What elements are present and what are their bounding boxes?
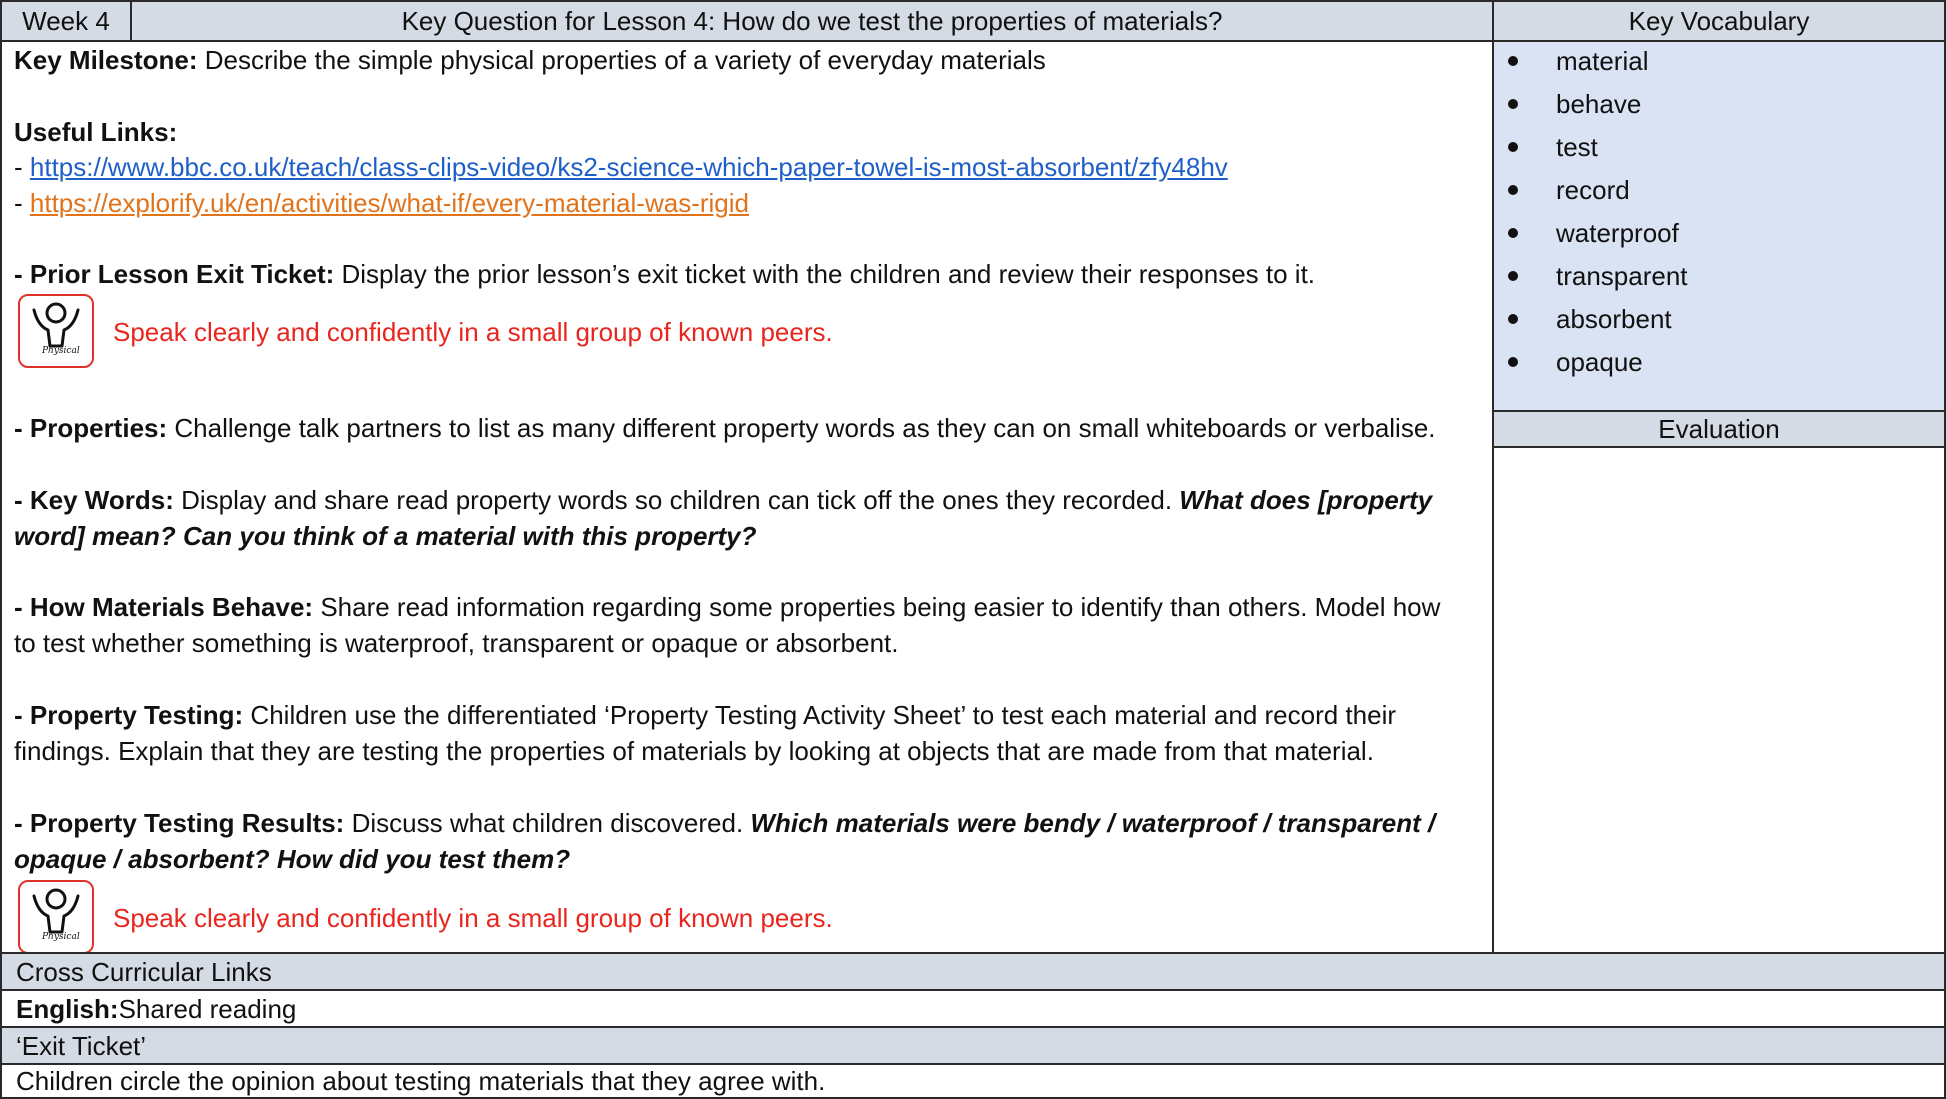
results-question-a: Which materials were bendy / waterproof … [750, 808, 1436, 838]
results-text: Discuss what children discovered. [344, 808, 751, 838]
key-words-question-b: word] mean? Can you think of a material … [14, 521, 757, 551]
vocab-item: transparent [1556, 261, 1688, 291]
lesson-plan-sheet: Week 4 Key Question for Lesson 4: How do… [0, 0, 1946, 1099]
testing-text-a: Children use the differentiated ‘Propert… [243, 700, 1397, 730]
property-testing-cont: findings. Explain that they are testing … [14, 733, 1484, 769]
key-vocabulary-header: Key Vocabulary [1492, 0, 1946, 42]
vocab-item: record [1556, 175, 1630, 205]
key-milestone: Key Milestone: Describe the simple physi… [14, 42, 1484, 78]
bullet-icon [1508, 56, 1518, 66]
week-cell: Week 4 [0, 0, 132, 42]
english-row: English: Shared reading [0, 989, 1946, 1028]
speak-clearly-2: Speak clearly and confidently in a small… [113, 903, 833, 933]
property-testing: - Property Testing: Children use the dif… [14, 697, 1484, 733]
explorify-link[interactable]: https://explorify.uk/en/activities/what-… [30, 188, 749, 218]
key-words: - Key Words: Display and share read prop… [14, 482, 1484, 518]
vocab-item: behave [1556, 89, 1642, 119]
exit-ticket-header: ‘Exit Ticket’ [0, 1026, 1946, 1065]
cross-curricular-title: Cross Curricular Links [16, 956, 272, 987]
link-dash: - [14, 152, 30, 182]
key-milestone-text: Describe the simple physical properties … [197, 45, 1046, 75]
key-words-text: Display and share read property words so… [173, 485, 1180, 515]
exit-ticket-row: Children circle the opinion about testin… [0, 1063, 1946, 1099]
vocab-item: test [1556, 132, 1598, 162]
behave-label: - How Materials Behave: [14, 592, 314, 622]
property-testing-results: - Property Testing Results: Discuss what… [14, 805, 1484, 841]
evaluation-body [1492, 446, 1946, 954]
prior-lesson-text: Display the prior lesson’s exit ticket w… [334, 259, 1316, 289]
exit-ticket-text: Children circle the opinion about testin… [16, 1066, 826, 1096]
key-vocabulary-title: Key Vocabulary [1628, 6, 1810, 36]
testing-label: - Property Testing: [14, 700, 244, 730]
evaluation-header: Evaluation [1492, 410, 1946, 448]
useful-links-label: Useful Links: [14, 117, 178, 147]
key-words-question-a: What does [property [1179, 485, 1433, 515]
properties: - Properties: Challenge talk partners to… [14, 410, 1484, 446]
bullet-icon [1508, 185, 1518, 195]
key-question-cell: Key Question for Lesson 4: How do we tes… [130, 0, 1494, 42]
link-row-2: - https://explorify.uk/en/activities/wha… [14, 185, 1484, 221]
vocab-item: material [1556, 46, 1649, 76]
exit-ticket-title: ‘Exit Ticket’ [16, 1030, 147, 1061]
physical-icon-label: Physical [42, 346, 80, 356]
physical-icon-label: Physical [42, 932, 80, 942]
property-testing-results-cont: opaque / absorbent? How did you test the… [14, 841, 1484, 877]
bbc-link[interactable]: https://www.bbc.co.uk/teach/class-clips-… [30, 152, 1228, 182]
bullet-icon [1508, 357, 1518, 367]
behave-text-b: to test whether something is waterproof,… [14, 628, 899, 658]
behave-text-a: Share read information regarding some pr… [313, 592, 1441, 622]
english-label: English: [16, 993, 119, 1024]
physical-skill-icon: Physical [18, 880, 94, 954]
key-words-cont: word] mean? Can you think of a material … [14, 518, 1484, 554]
bullet-icon [1508, 99, 1518, 109]
bullet-icon [1508, 228, 1518, 238]
how-materials-behave-cont: to test whether something is waterproof,… [14, 625, 1484, 661]
vocab-item: opaque [1556, 347, 1643, 377]
link-row-1: - https://www.bbc.co.uk/teach/class-clip… [14, 149, 1484, 185]
results-label: - Property Testing Results: [14, 808, 345, 838]
english-text: Shared reading [118, 993, 297, 1024]
evaluation-title: Evaluation [1658, 414, 1780, 444]
physical-skill-icon: Physical [18, 294, 94, 368]
how-materials-behave: - How Materials Behave: Share read infor… [14, 589, 1484, 625]
prior-lesson-label: - Prior Lesson Exit Ticket: [14, 259, 335, 289]
key-words-label: - Key Words: [14, 485, 174, 515]
bullet-icon [1508, 142, 1518, 152]
results-question-b: opaque / absorbent? How did you test the… [14, 844, 571, 874]
vocab-item: absorbent [1556, 304, 1672, 334]
key-question: Key Question for Lesson 4: How do we tes… [401, 6, 1223, 36]
bullet-icon [1508, 271, 1518, 281]
prior-lesson-exit-ticket: - Prior Lesson Exit Ticket: Display the … [14, 256, 1484, 292]
cross-curricular-header: Cross Curricular Links [0, 952, 1946, 991]
speak-clearly-1: Speak clearly and confidently in a small… [113, 317, 833, 347]
properties-text: Challenge talk partners to list as many … [167, 413, 1436, 443]
bullet-icon [1508, 314, 1518, 324]
testing-text-b: findings. Explain that they are testing … [14, 736, 1374, 766]
vocab-item: waterproof [1556, 218, 1679, 248]
useful-links-heading: Useful Links: [14, 114, 1484, 150]
properties-label: - Properties: [14, 413, 168, 443]
key-milestone-label: Key Milestone: [14, 45, 198, 75]
link-dash: - [14, 188, 30, 218]
week-label: Week 4 [22, 6, 110, 36]
